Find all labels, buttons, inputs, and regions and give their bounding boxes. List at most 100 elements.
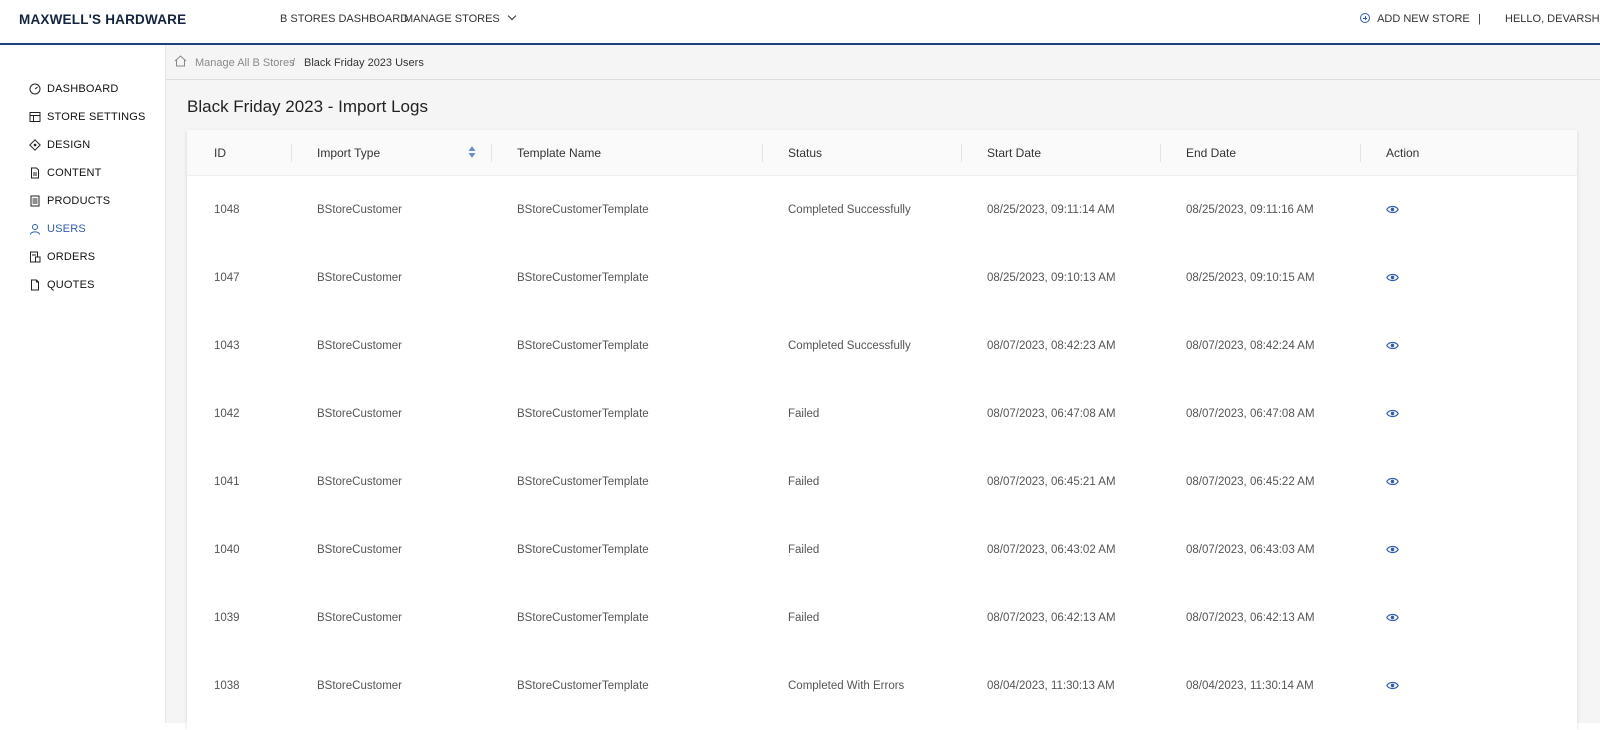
cell-id: 1040: [214, 544, 240, 556]
design-icon: [29, 139, 41, 151]
cell-start-date: 08/04/2023, 11:30:13 AM: [987, 680, 1115, 692]
sidebar-item-quotes[interactable]: QUOTES: [29, 277, 95, 293]
eye-icon[interactable]: [1386, 340, 1399, 351]
cell-end-date: 08/25/2023, 09:11:16 AM: [1186, 204, 1314, 216]
cell-template-name: BStoreCustomerTemplate: [517, 476, 649, 488]
add-new-store-button[interactable]: ADD NEW STORE: [1360, 13, 1470, 25]
sidebar-item-label: CONTENT: [47, 167, 102, 179]
cell-end-date: 08/07/2023, 06:43:03 AM: [1186, 544, 1315, 556]
nav-manage-stores-label: MANAGE STORES: [404, 13, 500, 25]
column-header-import-type[interactable]: Import Type: [317, 146, 380, 160]
sidebar-item-dashboard[interactable]: DASHBOARD: [29, 81, 118, 97]
cell-end-date: 08/07/2023, 06:47:08 AM: [1186, 408, 1315, 420]
table-row: 1048 BStoreCustomer BStoreCustomerTempla…: [187, 176, 1577, 244]
cell-import-type: BStoreCustomer: [317, 476, 403, 488]
cell-start-date: 08/07/2023, 06:42:13 AM: [987, 612, 1116, 624]
sidebar-item-content[interactable]: CONTENT: [29, 165, 102, 181]
cell-start-date: 08/07/2023, 08:42:23 AM: [987, 340, 1116, 352]
sidebar-item-label: PRODUCTS: [47, 195, 111, 207]
table-row: 1038 BStoreCustomer BStoreCustomerTempla…: [187, 652, 1577, 720]
sidebar-item-store-settings[interactable]: STORE SETTINGS: [29, 109, 146, 125]
sidebar-item-label: QUOTES: [47, 279, 95, 291]
sidebar-item-label: DASHBOARD: [47, 83, 119, 95]
cell-import-type: BStoreCustomer: [317, 204, 403, 216]
eye-icon[interactable]: [1386, 204, 1399, 215]
header-separator: |: [1478, 13, 1481, 25]
table-row: 1041 BStoreCustomer BStoreCustomerTempla…: [187, 448, 1577, 516]
main-content: Manage All B Stores / Black Friday 2023 …: [166, 45, 1600, 730]
home-icon[interactable]: [174, 55, 187, 67]
top-header: MAXWELL'S HARDWARE B STORES DASHBOARD MA…: [0, 0, 1600, 45]
user-greeting[interactable]: HELLO, DEVARSHI: [1505, 13, 1600, 25]
cell-status: Completed Successfully: [788, 204, 911, 216]
column-header-action: Action: [1386, 146, 1420, 160]
brand-logo[interactable]: MAXWELL'S HARDWARE: [19, 12, 186, 27]
cell-id: 1047: [214, 272, 240, 284]
sidebar-item-label: USERS: [47, 223, 86, 235]
breadcrumb: Manage All B Stores / Black Friday 2023 …: [166, 45, 1600, 80]
cell-import-type: BStoreCustomer: [317, 544, 403, 556]
table-row: 1047 BStoreCustomer BStoreCustomerTempla…: [187, 244, 1577, 312]
document-icon: [31, 167, 39, 179]
sidebar-item-users[interactable]: USERS: [29, 221, 86, 237]
column-divider: [1160, 144, 1161, 162]
eye-icon[interactable]: [1386, 272, 1399, 283]
column-header-end-date[interactable]: End Date: [1186, 146, 1236, 160]
eye-icon[interactable]: [1386, 408, 1399, 419]
cell-status: Failed: [788, 544, 820, 556]
gauge-icon: [29, 83, 41, 95]
column-divider: [291, 144, 292, 162]
cell-import-type: BStoreCustomer: [317, 272, 403, 284]
cell-template-name: BStoreCustomerTemplate: [517, 340, 649, 352]
cell-end-date: 08/07/2023, 06:42:13 AM: [1186, 612, 1315, 624]
sidebar-item-design[interactable]: DESIGN: [29, 137, 90, 153]
sidebar: DASHBOARD STORE SETTINGS DESIGN CONTENT …: [0, 45, 166, 723]
cell-start-date: 08/25/2023, 09:11:14 AM: [987, 204, 1115, 216]
cell-template-name: BStoreCustomerTemplate: [517, 204, 649, 216]
table-row: 1042 BStoreCustomer BStoreCustomerTempla…: [187, 380, 1577, 448]
sidebar-item-orders[interactable]: ORDERS: [29, 249, 95, 265]
nav-b-stores-dashboard[interactable]: B STORES DASHBOARD: [280, 13, 408, 25]
sidebar-item-label: DESIGN: [47, 139, 91, 151]
column-header-start-date[interactable]: Start Date: [987, 146, 1041, 160]
eye-icon[interactable]: [1386, 680, 1399, 691]
cell-id: 1043: [214, 340, 240, 352]
table-row: 1040 BStoreCustomer BStoreCustomerTempla…: [187, 516, 1577, 584]
sidebar-item-products[interactable]: PRODUCTS: [29, 193, 110, 209]
table-row: 1043 BStoreCustomer BStoreCustomerTempla…: [187, 312, 1577, 380]
column-header-template-name[interactable]: Template Name: [517, 146, 601, 160]
cell-template-name: BStoreCustomerTemplate: [517, 408, 649, 420]
cell-import-type: BStoreCustomer: [317, 408, 403, 420]
nav-manage-stores[interactable]: MANAGE STORES: [404, 11, 517, 25]
products-icon: [30, 195, 40, 207]
cell-end-date: 08/07/2023, 08:42:24 AM: [1186, 340, 1315, 352]
eye-icon[interactable]: [1386, 476, 1399, 487]
plus-circle-icon: [1360, 13, 1370, 23]
cell-id: 1039: [214, 612, 240, 624]
column-header-status[interactable]: Status: [788, 146, 822, 160]
store-icon: [29, 112, 41, 122]
user-icon: [30, 224, 40, 235]
cell-status: Failed: [788, 408, 820, 420]
add-new-store-label: ADD NEW STORE: [1377, 13, 1470, 25]
orders-icon: [30, 251, 41, 263]
cell-status: Completed With Errors: [788, 680, 905, 692]
cell-status: Failed: [788, 476, 820, 488]
cell-start-date: 08/07/2023, 06:47:08 AM: [987, 408, 1116, 420]
column-header-id[interactable]: ID: [214, 146, 226, 160]
cell-template-name: BStoreCustomerTemplate: [517, 680, 649, 692]
sort-icon[interactable]: [468, 145, 476, 159]
cell-id: 1038: [214, 680, 240, 692]
cell-start-date: 08/07/2023, 06:43:02 AM: [987, 544, 1116, 556]
eye-icon[interactable]: [1386, 544, 1399, 555]
import-logs-table: ID Import Type Template Name Status Star…: [187, 130, 1577, 730]
eye-icon[interactable]: [1386, 612, 1399, 623]
cell-template-name: BStoreCustomerTemplate: [517, 272, 649, 284]
cell-end-date: 08/04/2023, 11:30:14 AM: [1186, 680, 1314, 692]
table-row: 1039 BStoreCustomer BStoreCustomerTempla…: [187, 584, 1577, 652]
cell-import-type: BStoreCustomer: [317, 680, 403, 692]
cell-start-date: 08/07/2023, 06:45:21 AM: [987, 476, 1116, 488]
cell-id: 1041: [214, 476, 240, 488]
breadcrumb-manage-all-stores[interactable]: Manage All B Stores: [195, 57, 295, 69]
table-header: ID Import Type Template Name Status Star…: [187, 130, 1577, 176]
